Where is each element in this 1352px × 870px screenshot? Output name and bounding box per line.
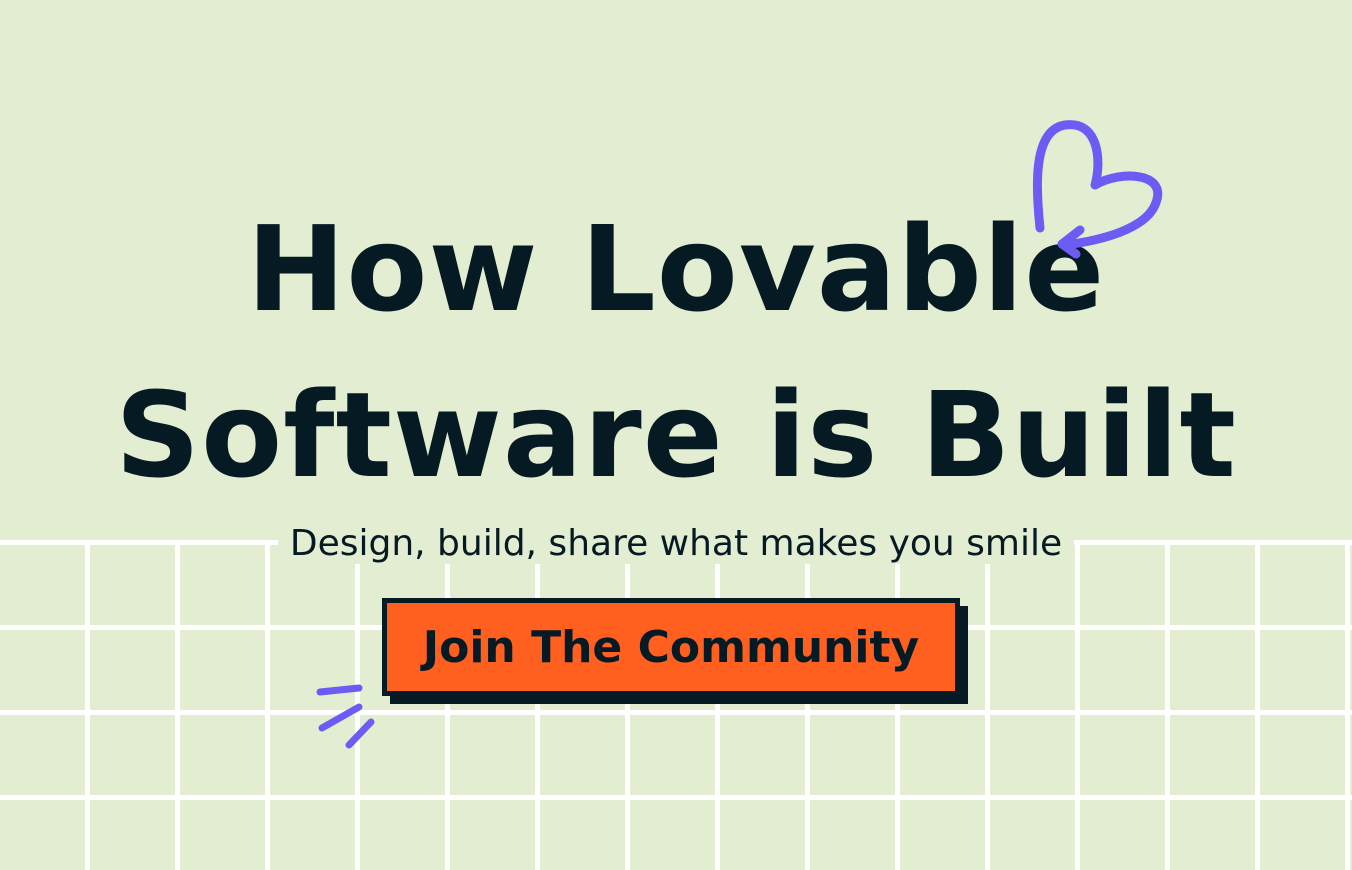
grid-background [0,540,1352,870]
sparkle-lines-doodle-icon [316,684,375,749]
subtitle: Design, build, share what makes you smil… [0,521,1352,567]
join-community-button[interactable]: Join The Community [382,598,960,696]
headline-line-2: Software is Built [115,366,1237,504]
subtitle-text: Design, build, share what makes you smil… [277,523,1075,564]
heart-arrow-doodle-icon [1032,120,1163,259]
hero-section: How Lovable Software is Built Design, bu… [0,0,1352,870]
